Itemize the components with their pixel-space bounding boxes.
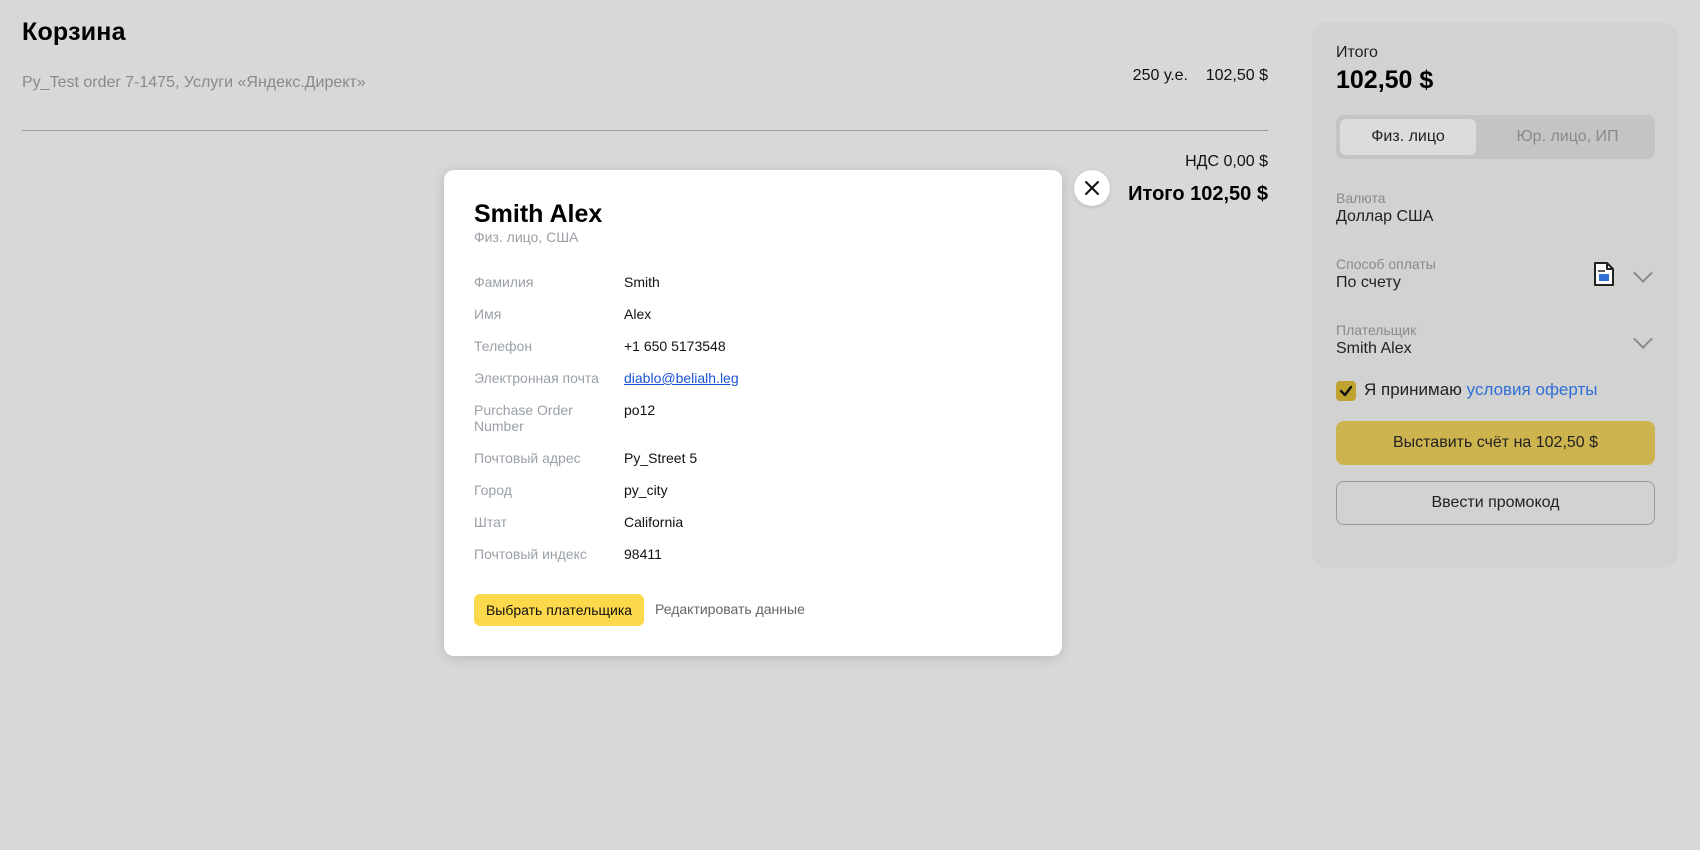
modal-subtitle: Физ. лицо, США (474, 229, 579, 245)
field-label: Почтовый индекс (474, 546, 587, 562)
accept-terms-checkbox[interactable] (1336, 381, 1356, 401)
field-label: Телефон (474, 338, 533, 354)
cart-divider (22, 130, 1268, 131)
currency-value: Доллар США (1336, 208, 1434, 225)
accept-terms-text: Я принимаю (1364, 380, 1467, 399)
cart-total: Итого 102,50 $ (1128, 183, 1268, 205)
email-link[interactable]: diablo@belialh.leg (624, 370, 739, 386)
payment-method-label: Способ оплаты (1336, 256, 1436, 272)
issue-invoice-button[interactable]: Выставить счёт на 102,50 $ (1336, 421, 1655, 465)
cart-item-description: Py_Test order 7-1475, Услуги «Яндекс.Дир… (22, 74, 366, 91)
payment-method-value: По счету (1336, 274, 1401, 291)
field-label: Штат (474, 514, 507, 530)
choose-payer-button[interactable]: Выбрать плательщика (474, 594, 644, 626)
field-value: Smith (624, 274, 660, 290)
field-value: Py_Street 5 (624, 450, 698, 466)
field-value: Alex (624, 306, 652, 322)
edit-data-link[interactable]: Редактировать данные (655, 601, 805, 617)
payer-value: Smith Alex (1336, 340, 1412, 357)
field-value: py_city (624, 482, 668, 498)
field-value: 98411 (624, 546, 662, 562)
field-label: Город (474, 482, 512, 498)
field-value: po12 (624, 402, 656, 418)
tab-legal-entity[interactable]: Юр. лицо, ИП (1484, 119, 1651, 155)
field-value: California (624, 514, 684, 530)
field-label: Имя (474, 306, 502, 322)
field-value: +1 650 5173548 (624, 338, 726, 354)
invoice-document-icon (1594, 262, 1614, 286)
summary-total-amount: 102,50 $ (1336, 66, 1434, 94)
offer-terms-link[interactable]: условия оферты (1467, 380, 1598, 399)
field-label: Фамилия (474, 274, 534, 290)
field-label: Почтовый адрес (474, 450, 581, 466)
tab-individual[interactable]: Физ. лицо (1340, 119, 1476, 155)
chevron-down-icon (1633, 263, 1653, 283)
field-label: Purchase Order Number (474, 402, 573, 434)
checkmark-icon (1339, 385, 1353, 397)
modal-title: Smith Alex (474, 200, 603, 228)
cart-item-quantity: 250 у.е. (1132, 67, 1188, 84)
cart-vat: НДС 0,00 $ (1185, 153, 1268, 170)
payer-type-switch: Физ. лицо Юр. лицо, ИП (1336, 115, 1655, 159)
page-title: Корзина (22, 18, 126, 46)
payer-label: Плательщик (1336, 322, 1417, 338)
chevron-down-icon (1633, 329, 1653, 349)
payer-details-modal: Smith Alex Физ. лицо, США Фамилия Smith … (444, 170, 1062, 656)
field-label: Электронная почта (474, 370, 599, 386)
close-icon (1085, 181, 1099, 195)
enter-promo-button[interactable]: Ввести промокод (1336, 481, 1655, 525)
close-modal-button[interactable] (1074, 170, 1110, 206)
accept-terms-label: Я принимаю условия оферты (1364, 380, 1597, 400)
order-summary-panel: Итого 102,50 $ Физ. лицо Юр. лицо, ИП Ва… (1312, 22, 1678, 568)
summary-total-label: Итого (1336, 44, 1378, 61)
currency-label: Валюта (1336, 190, 1386, 206)
cart-item-price: 102,50 $ (1205, 67, 1268, 84)
